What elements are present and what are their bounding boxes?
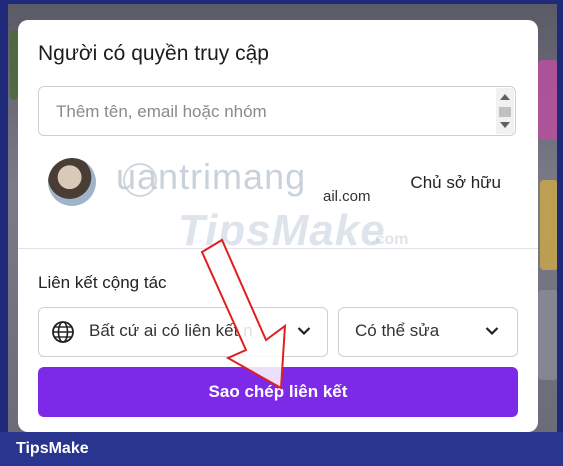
- watermark-quantrimang: uantrimang: [116, 156, 307, 197]
- footer-brand: TipsMake: [16, 440, 89, 457]
- bg-decoration: [538, 290, 558, 380]
- frame-border: [0, 0, 8, 466]
- frame-border: [0, 0, 563, 4]
- watermark-tipsmake-suffix: .com: [371, 231, 409, 248]
- share-search-field[interactable]: [38, 86, 516, 137]
- scroll-thumb[interactable]: [499, 107, 511, 117]
- bg-decoration: [538, 60, 558, 140]
- chevron-down-icon: [485, 327, 499, 336]
- link-access-select[interactable]: Bất cứ ai có liên kết n: [38, 307, 328, 357]
- member-role: Chủ sở hữu: [410, 173, 501, 192]
- avatar: [48, 158, 96, 206]
- share-dialog: Người có quyền truy cập uantrimang ail.c…: [18, 20, 538, 432]
- scrollbar[interactable]: [496, 88, 514, 134]
- dialog-title: Người có quyền truy cập: [38, 42, 269, 65]
- chevron-down-icon: [297, 327, 311, 336]
- permission-select[interactable]: Có thể sửa: [338, 307, 518, 357]
- scroll-up-icon[interactable]: [500, 94, 510, 100]
- permission-value: Có thể sửa: [355, 321, 440, 340]
- bg-decoration: [10, 30, 18, 100]
- footer-bar: TipsMake: [0, 432, 563, 466]
- bg-decoration: [540, 180, 558, 270]
- copy-link-button[interactable]: Sao chép liên kết: [38, 367, 518, 417]
- globe-icon: [52, 321, 74, 343]
- share-search-input[interactable]: [39, 87, 498, 137]
- section-divider: [18, 248, 538, 249]
- member-row: uantrimang ail.com Chủ sở hữu: [38, 152, 516, 212]
- scroll-down-icon[interactable]: [500, 122, 510, 128]
- member-email: ail.com: [323, 188, 371, 205]
- collab-link-label: Liên kết cộng tác: [38, 273, 167, 292]
- link-access-value: Bất cứ ai có liên kết n: [89, 321, 253, 340]
- frame-border: [557, 0, 563, 466]
